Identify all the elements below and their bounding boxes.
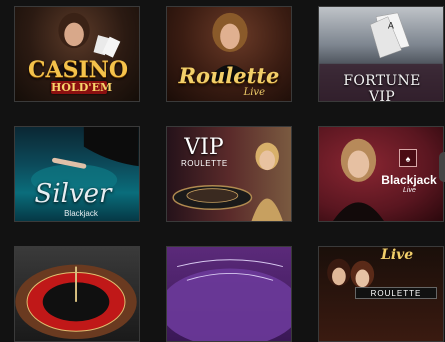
game-lobby-grid: CASINO HOLD'EM Roulette Live A FORTUNE V… (0, 0, 445, 342)
game-title: Silver (34, 179, 112, 209)
game-subtitle: Live (403, 187, 416, 194)
game-title: VIP (184, 135, 224, 160)
roulette-wheel-icon (15, 264, 137, 340)
game-tile-purple-table[interactable] (166, 246, 292, 342)
game-tile-fortune-vip[interactable]: A FORTUNE VIP (318, 6, 444, 102)
game-tile-blackjack-live[interactable]: ♠ Blackjack Live (318, 126, 444, 222)
game-subtitle: HOLD'EM (51, 81, 113, 94)
game-tile-live-roulette[interactable]: Live ROULETTE (318, 246, 444, 342)
game-subtitle: ROULETTE (181, 159, 228, 168)
game-tile-roulette-live[interactable]: Roulette Live (166, 6, 292, 102)
game-subtitle: ROULETTE (355, 287, 437, 299)
svg-text:A: A (388, 22, 394, 32)
game-title: Live (381, 247, 414, 263)
game-title: Roulette (178, 63, 280, 88)
game-title: CASINO (27, 57, 129, 83)
game-title: Blackjack (381, 173, 437, 187)
game-tile-roulette-wheel[interactable] (14, 246, 140, 342)
game-tile-vip-roulette[interactable]: VIP ROULETTE (166, 126, 292, 222)
game-title: FORTUNE VIP (343, 73, 421, 102)
scroll-right-icon[interactable] (439, 152, 445, 182)
game-tile-casino-holdem[interactable]: CASINO HOLD'EM (14, 6, 140, 102)
game-subtitle: Blackjack (64, 209, 98, 218)
blackjack-cards-icon: ♠ (399, 149, 417, 167)
game-subtitle: Live (243, 87, 265, 98)
game-tile-silver-blackjack[interactable]: Silver Blackjack (14, 126, 140, 222)
table-illustration (167, 259, 291, 341)
